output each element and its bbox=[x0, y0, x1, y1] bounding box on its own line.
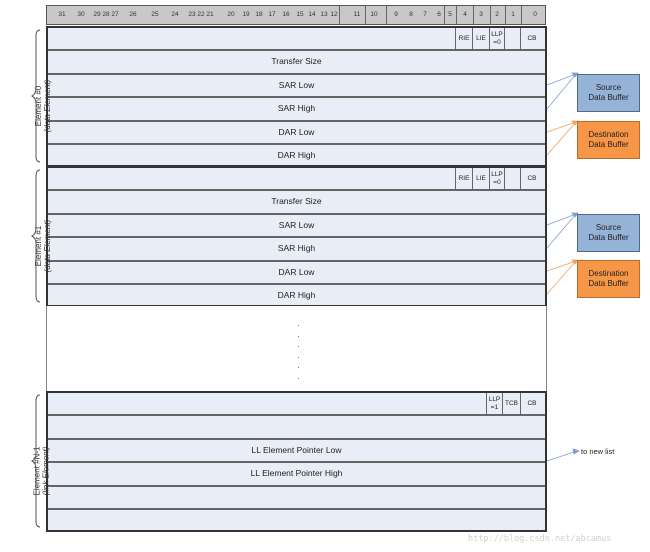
source-buffer-label: Data Buffer bbox=[588, 233, 629, 242]
source-data-buffer-1: Source Data Buffer bbox=[577, 214, 640, 252]
source-buffer-label: Source bbox=[595, 223, 622, 232]
connector-overlay bbox=[30, 29, 580, 528]
element-0-brace bbox=[30, 29, 41, 163]
destination-buffer-label: Data Buffer bbox=[588, 279, 629, 288]
destination-buffer-label: Data Buffer bbox=[588, 140, 629, 149]
watermark: http://blog.csdn.net/abcamus bbox=[468, 534, 612, 544]
destination-buffer-label: Destination bbox=[588, 130, 629, 139]
element-1-brace bbox=[30, 169, 41, 303]
source-buffer-label: Source bbox=[595, 83, 622, 92]
ll-pointer-arrow bbox=[546, 450, 578, 462]
element-n-1-brace bbox=[30, 394, 41, 528]
destination-buffer-label: Destination bbox=[588, 269, 629, 278]
source-buffer-label: Data Buffer bbox=[588, 93, 629, 102]
source-data-buffer-0: Source Data Buffer bbox=[577, 74, 640, 112]
destination-data-buffer-1: Destination Data Buffer bbox=[577, 260, 640, 298]
arrowhead bbox=[572, 448, 580, 455]
destination-data-buffer-0: Destination Data Buffer bbox=[577, 121, 640, 159]
to-new-list-label: to new list bbox=[581, 447, 615, 456]
